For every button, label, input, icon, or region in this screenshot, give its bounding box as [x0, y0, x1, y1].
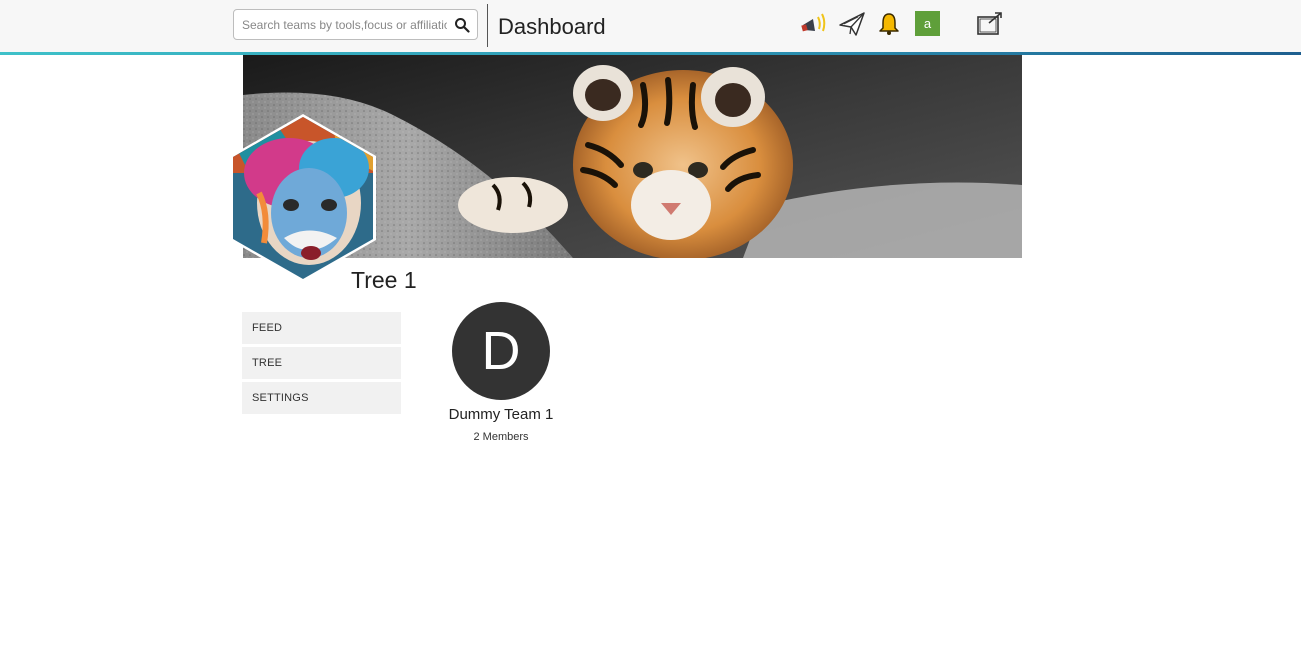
notifications-button[interactable] — [876, 9, 902, 39]
team-member-count: 2 Members — [473, 431, 529, 443]
bell-icon — [879, 13, 899, 35]
megaphone-icon — [801, 13, 826, 32]
paper-plane-icon — [839, 12, 865, 36]
tree-side-menu: FEED TREE SETTINGS — [242, 312, 401, 417]
team-card: D Dummy Team 1 2 Members — [440, 302, 562, 443]
menu-item-tree[interactable]: TREE — [242, 347, 401, 379]
open-external-button[interactable] — [974, 9, 1004, 39]
page-title: Dashboard — [498, 14, 606, 39]
search-input[interactable] — [234, 10, 447, 39]
header-divider — [487, 4, 488, 47]
tree-title: Tree 1 — [351, 267, 417, 293]
team-avatar[interactable]: D — [452, 302, 550, 400]
announcements-button[interactable] — [798, 9, 828, 39]
search-button[interactable] — [447, 10, 477, 39]
external-window-icon — [977, 12, 1002, 35]
top-nav-bar — [0, 0, 1301, 55]
menu-item-feed[interactable]: FEED — [242, 312, 401, 344]
team-name[interactable]: Dummy Team 1 — [440, 406, 562, 423]
search-icon — [455, 17, 470, 33]
messages-button[interactable] — [836, 9, 868, 39]
menu-item-settings[interactable]: SETTINGS — [242, 382, 401, 414]
tree-profile-hexagon — [229, 113, 377, 283]
user-avatar[interactable]: a — [915, 11, 940, 36]
search-box — [233, 9, 478, 40]
